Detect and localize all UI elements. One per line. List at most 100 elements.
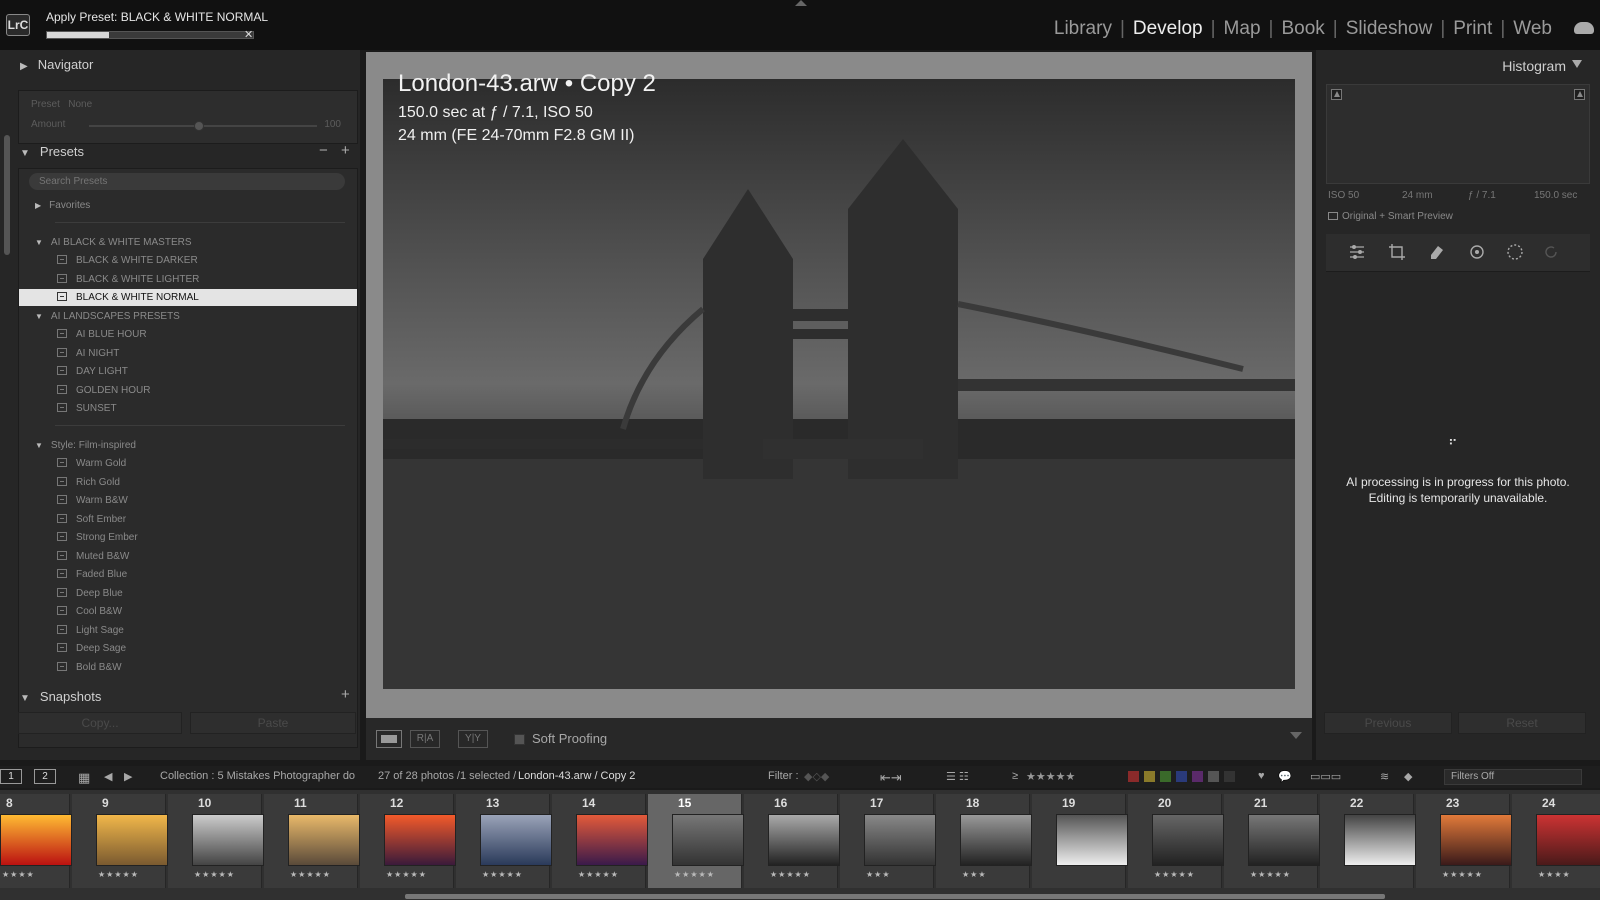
module-web[interactable]: Web — [1505, 18, 1560, 40]
preset-item[interactable]: Bold B&W — [19, 659, 357, 676]
filmstrip-frame[interactable]: 23 ★★★★★ — [1416, 794, 1512, 888]
filmstrip-frame[interactable]: 11 ★★★★★ — [264, 794, 360, 888]
filmstrip-frame[interactable]: 9 ★★★★★ — [72, 794, 168, 888]
photo-thumbnail[interactable] — [1536, 814, 1600, 866]
current-file[interactable]: London-43.arw / Copy 2 — [518, 770, 635, 782]
preset-group[interactable]: ▼ Style: Film-inspired — [19, 437, 357, 454]
crop-icon[interactable] — [1388, 243, 1406, 261]
filmstrip-frame[interactable]: 10 ★★★★★ — [168, 794, 264, 888]
preset-item[interactable]: AI NIGHT — [19, 345, 357, 362]
preset-item[interactable]: Strong Ember — [19, 529, 357, 546]
reset-button[interactable]: Reset — [1458, 712, 1586, 734]
preset-group[interactable]: ▶ Favorites — [19, 197, 357, 214]
back-arrow-icon[interactable]: ◀ — [104, 770, 112, 783]
edit-sliders-icon[interactable] — [1348, 243, 1366, 261]
snapshots-header[interactable]: ▼ Snapshots — [20, 689, 101, 704]
module-develop[interactable]: Develop — [1125, 18, 1211, 40]
yy-view-button[interactable]: Y|Y — [458, 730, 488, 748]
photo-thumbnail[interactable] — [576, 814, 648, 866]
photo-preview[interactable] — [383, 79, 1295, 689]
photo-thumbnail[interactable] — [1152, 814, 1224, 866]
preset-item[interactable]: AI BLUE HOUR — [19, 326, 357, 343]
photo-thumbnail[interactable] — [960, 814, 1032, 866]
photo-thumbnail[interactable] — [96, 814, 168, 866]
kind-filter-icons[interactable]: ▭▭▭ — [1310, 770, 1341, 783]
filter-preset-select[interactable]: Filters Off — [1444, 769, 1582, 785]
left-panel-scrollbar[interactable] — [4, 135, 10, 255]
photo-thumbnail[interactable] — [768, 814, 840, 866]
filmstrip-frame[interactable]: 22 — [1320, 794, 1416, 888]
favorite-heart-icon[interactable]: ♥ — [1258, 770, 1265, 782]
copy-button[interactable]: Copy... — [18, 712, 182, 734]
diamond-icon[interactable]: ◆ — [1404, 770, 1412, 783]
loupe-view-button[interactable] — [376, 730, 402, 748]
soft-proofing-checkbox[interactable] — [514, 734, 525, 745]
preset-item[interactable]: DAY LIGHT — [19, 363, 357, 380]
preset-search-input[interactable] — [29, 173, 345, 190]
filmstrip-frame[interactable]: 12 ★★★★★ — [360, 794, 456, 888]
collection-source[interactable]: Collection : 5 Mistakes Photographer do — [160, 770, 355, 782]
histogram-collapse-icon[interactable] — [1572, 60, 1582, 68]
add-preset-icon[interactable]: + — [341, 142, 350, 159]
toolbar-menu-icon[interactable] — [1290, 732, 1302, 739]
forward-arrow-icon[interactable]: ▶ — [124, 770, 132, 783]
rating-filter-stars[interactable]: ★★★★★ — [1026, 770, 1075, 783]
module-print[interactable]: Print — [1445, 18, 1500, 40]
preset-item[interactable]: Faded Blue — [19, 566, 357, 583]
module-map[interactable]: Map — [1216, 18, 1269, 40]
preset-item[interactable]: Light Sage — [19, 622, 357, 639]
preset-item[interactable]: Warm B&W — [19, 492, 357, 509]
healing-eraser-icon[interactable] — [1428, 243, 1446, 261]
amount-slider-thumb[interactable] — [194, 121, 204, 131]
photo-thumbnail[interactable] — [864, 814, 936, 866]
preset-item[interactable]: Warm Gold — [19, 455, 357, 472]
module-library[interactable]: Library — [1046, 18, 1120, 40]
photo-thumbnail[interactable] — [672, 814, 744, 866]
preset-item[interactable]: Muted B&W — [19, 548, 357, 565]
paste-button[interactable]: Paste — [190, 712, 356, 734]
module-book[interactable]: Book — [1273, 18, 1332, 40]
photo-thumbnail[interactable] — [288, 814, 360, 866]
filmstrip-frame[interactable]: 15 ★★★★★ — [648, 794, 744, 888]
filmstrip-frame[interactable]: 21 ★★★★★ — [1224, 794, 1320, 888]
masking-icon[interactable] — [1506, 243, 1524, 261]
color-label-filter[interactable] — [1208, 771, 1219, 782]
second-screen-button[interactable]: 2 — [34, 769, 56, 784]
layers-icon[interactable]: ≋ — [1380, 770, 1389, 783]
color-label-filter[interactable] — [1224, 771, 1235, 782]
photo-thumbnail[interactable] — [1440, 814, 1512, 866]
preset-item[interactable]: SUNSET — [19, 400, 357, 417]
presets-header[interactable]: ▼ Presets — [20, 144, 84, 159]
comment-icon[interactable]: 💬 — [1278, 770, 1292, 783]
filmstrip-frame[interactable]: 17 ★★★ — [840, 794, 936, 888]
previous-button[interactable]: Previous — [1324, 712, 1452, 734]
filmstrip-frame[interactable]: 18 ★★★ — [936, 794, 1032, 888]
photo-thumbnail[interactable] — [1056, 814, 1128, 866]
preset-item[interactable]: Soft Ember — [19, 511, 357, 528]
histogram-label[interactable]: Histogram — [1502, 58, 1566, 74]
color-label-filter[interactable] — [1144, 771, 1155, 782]
color-label-filter[interactable] — [1160, 771, 1171, 782]
flag-filter-icons[interactable]: ◆◇◆ — [804, 770, 829, 783]
sort-icons[interactable]: ☰ ☷ — [946, 770, 969, 783]
add-snapshot-icon[interactable]: + — [341, 686, 350, 703]
rating-operator[interactable]: ≥ — [1012, 770, 1018, 782]
filmstrip-scrollbar[interactable] — [405, 894, 1385, 899]
photo-thumbnail[interactable] — [192, 814, 264, 866]
filmstrip-frame[interactable]: 16 ★★★★★ — [744, 794, 840, 888]
filmstrip-frame[interactable]: 13 ★★★★★ — [456, 794, 552, 888]
photo-thumbnail[interactable] — [1248, 814, 1320, 866]
red-eye-icon[interactable] — [1468, 243, 1486, 261]
remove-preset-icon[interactable]: − — [319, 142, 328, 159]
color-label-filter[interactable] — [1192, 771, 1203, 782]
cloud-sync-icon[interactable] — [1574, 22, 1594, 34]
preset-item[interactable]: Deep Blue — [19, 585, 357, 602]
photo-thumbnail[interactable] — [480, 814, 552, 866]
photo-thumbnail[interactable] — [0, 814, 72, 866]
preset-item[interactable]: Rich Gold — [19, 474, 357, 491]
navigator-header[interactable]: ▶ Navigator — [20, 57, 93, 72]
preset-item[interactable]: Cool B&W — [19, 603, 357, 620]
before-after-button[interactable]: R|A — [410, 730, 440, 748]
filmstrip-frame[interactable]: 24 ★★★★ — [1512, 794, 1600, 888]
preset-item[interactable]: BLACK & WHITE DARKER — [19, 252, 357, 269]
